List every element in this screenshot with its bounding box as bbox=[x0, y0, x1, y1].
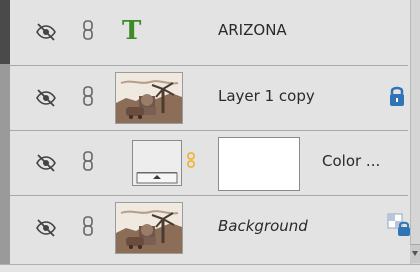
locked-transparency-icon[interactable] bbox=[386, 212, 412, 238]
visibility-eye-hidden-icon[interactable] bbox=[35, 21, 57, 43]
layer-name[interactable]: Layer 1 copy bbox=[218, 86, 315, 106]
selection-indicator bbox=[0, 0, 10, 64]
layer-row[interactable]: T ARIZONA bbox=[10, 0, 408, 64]
chain-link-icon[interactable] bbox=[81, 19, 95, 43]
layer-name[interactable]: Color ... bbox=[322, 151, 380, 171]
layer-thumbnail[interactable] bbox=[115, 72, 183, 124]
lock-icon[interactable] bbox=[386, 84, 408, 108]
visibility-eye-hidden-icon[interactable] bbox=[35, 87, 57, 109]
layer-row[interactable]: Background bbox=[10, 195, 410, 260]
scroll-down-arrow-icon[interactable] bbox=[410, 244, 420, 263]
adjustment-icon bbox=[133, 141, 181, 185]
layer-name[interactable]: ARIZONA bbox=[218, 20, 287, 40]
layer-name[interactable]: Background bbox=[218, 216, 308, 236]
layer-row[interactable]: Layer 1 copy bbox=[10, 65, 408, 130]
chain-link-icon[interactable] bbox=[81, 85, 95, 109]
layer-mask-thumbnail[interactable] bbox=[218, 137, 300, 191]
layer-row[interactable]: Color ... bbox=[10, 130, 408, 195]
type-layer-icon: T bbox=[122, 16, 142, 46]
mask-link-icon[interactable] bbox=[186, 151, 196, 169]
chain-link-icon[interactable] bbox=[81, 215, 95, 239]
chain-link-icon[interactable] bbox=[81, 150, 95, 174]
layers-panel: T ARIZONA Layer 1 copy Color ... Backgro… bbox=[0, 0, 410, 271]
visibility-eye-hidden-icon[interactable] bbox=[35, 152, 57, 174]
visibility-eye-hidden-icon[interactable] bbox=[35, 217, 57, 239]
panel-left-strip bbox=[0, 0, 10, 271]
vertical-scrollbar[interactable] bbox=[410, 0, 420, 271]
layer-thumbnail[interactable] bbox=[115, 202, 183, 254]
adjustment-thumbnail[interactable] bbox=[132, 140, 182, 186]
